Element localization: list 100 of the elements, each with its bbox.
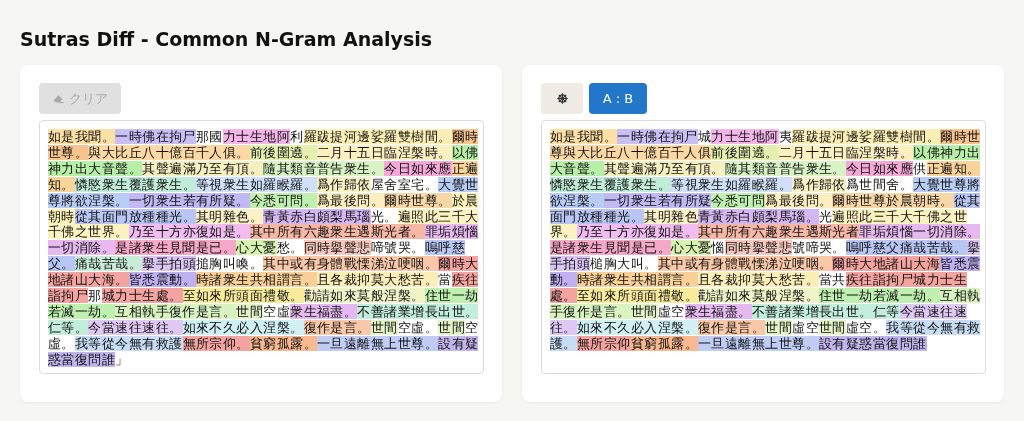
mode-button[interactable]: A : B — [589, 83, 647, 114]
highlighted-text: 是諸衆生見聞是已。 — [550, 240, 672, 256]
highlighted-text: 欲涅槃。 — [550, 192, 604, 208]
highlighted-text: 皆悉震動。 — [128, 272, 196, 288]
highlighted-text: 如是我聞。 — [550, 129, 618, 144]
highlighted-text: 爾時 — [451, 129, 479, 144]
highlighted-text: 手復作是言。 — [550, 303, 631, 319]
highlighted-text: 其明雜色 — [644, 208, 698, 224]
highlighted-text: 其中或有身體戰慄涕泣哽咽。 — [657, 256, 833, 272]
highlighted-text: 爲作歸依 — [792, 176, 846, 192]
highlighted-text: 一旦遠離無上世尊。 — [317, 335, 439, 351]
highlighted-text: 貧窮孤露。 — [630, 335, 698, 351]
plain-text: 槌胸大叫。 — [590, 256, 658, 272]
highlighted-text: 今悉可問。 — [249, 192, 317, 208]
highlighted-text: 至如來所頭面禮敬。 — [576, 288, 698, 304]
plain-text: 當共 — [819, 272, 846, 288]
highlighted-text: 手拍頭 — [550, 256, 591, 272]
highlighted-text: 遍照此三千大千佛之世 — [832, 208, 967, 224]
highlighted-text: 衆生福盡。 — [290, 303, 358, 319]
highlighted-text: 其聲遍滿乃至有頂。 — [142, 160, 264, 176]
highlighted-text: 乃至十方亦復如是。 — [128, 224, 250, 240]
highlighted-text: 時諸衆生共相謂言。 — [576, 272, 698, 288]
highlighted-text: 隨其類音普告衆生。 — [724, 160, 846, 176]
highlighted-text: 詣拘尸 — [48, 288, 89, 304]
highlighted-text: 爾時世尊。 — [384, 192, 452, 208]
highlighted-text: 前後圍遶。 — [711, 144, 779, 160]
plain-text: 爲世間舍。 — [845, 176, 914, 192]
highlighted-text: 爾時大 — [438, 256, 479, 272]
highlighted-text: 世間 — [819, 319, 846, 335]
highlighted-text: 且各裁抑莫大愁苦。 — [697, 272, 820, 288]
highlighted-text: 地諸山大海。 — [48, 272, 129, 288]
wheel-icon — [555, 92, 569, 105]
highlighted-text: 界。 — [550, 224, 577, 240]
highlighted-text: 世間 — [765, 319, 793, 335]
highlighted-text: 同時擧聲悲 — [724, 240, 793, 256]
highlighted-text: 神力出大音聲。 — [48, 160, 143, 176]
highlighted-text: 世間 — [370, 319, 398, 335]
plain-text: 屋舍室宅。 — [370, 176, 439, 192]
highlighted-text: 爾時世尊於晨朝時。 — [832, 192, 954, 208]
highlighted-text: 等視衆生如羅睺羅。 — [195, 176, 318, 192]
highlighted-text: 互相執 — [940, 288, 981, 304]
highlighted-text: 大音聲。 — [550, 160, 604, 176]
highlighted-text: 以佛神力出 — [913, 144, 981, 160]
highlighted-text: 尊將欲涅槃。 — [48, 192, 129, 208]
highlighted-text: 爲最後問。 — [765, 192, 833, 208]
highlighted-text: 護。 — [550, 335, 577, 351]
highlighted-text: 今當速往速 — [899, 303, 967, 319]
plain-text: 光。 — [370, 208, 398, 224]
highlighted-text: 今日如來應 — [384, 160, 452, 176]
plain-text: 搥胸叫喚。 — [195, 256, 264, 272]
plain-text: 愁。 — [276, 240, 304, 256]
highlighted-text: 隨其類音普告衆生。 — [263, 160, 385, 176]
highlighted-text: 設有疑惑當復問誰 — [819, 335, 927, 351]
highlighted-text: 憐愍衆生覆護衆生。 — [550, 176, 672, 192]
highlighted-text: 世間 — [438, 319, 465, 335]
highlighted-text: 爾時世 — [940, 129, 981, 144]
highlighted-text: 仁等 — [872, 303, 900, 319]
highlighted-text: 世間 — [236, 303, 264, 319]
highlighted-text: 遍照此三千大 — [397, 208, 479, 224]
highlighted-text: 我等從今無有救 — [886, 319, 981, 335]
highlighted-text: 是諸衆生見聞是已。 — [115, 240, 237, 256]
highlighted-text: 其中或有身體戰慄涕泣哽咽。 — [263, 256, 439, 272]
highlighted-text: 今悉可問 — [711, 192, 766, 208]
highlighted-text: 惑當復問誰 — [48, 351, 116, 367]
highlighted-text: 我等從今無有救護 — [74, 335, 183, 351]
plain-text: 那國 — [195, 129, 223, 144]
highlighted-text: 無所宗仰 — [576, 335, 631, 351]
plain-text: 那 — [88, 288, 102, 304]
highlighted-text: 城力士生處。 — [101, 288, 183, 304]
plain-text: 惱 — [711, 240, 725, 256]
highlighted-text: 一時佛在拘尸 — [617, 129, 698, 144]
highlighted-text: 疾往詣拘尸城力士生 — [845, 272, 967, 288]
highlighted-text: 罪垢煩惱 — [424, 224, 479, 240]
highlighted-text: 同時擧聲悲 — [303, 240, 371, 256]
plain-text: 城 — [697, 129, 712, 144]
highlighted-text: 處。 — [550, 288, 577, 304]
eraser-icon — [52, 92, 65, 105]
highlighted-text: 貧窮孤露。 — [249, 335, 317, 351]
highlighted-text: 不善諸業增長出世。 — [751, 303, 873, 319]
highlighted-text: 擧手拍頭 — [142, 256, 196, 272]
highlighted-text: 世間 — [630, 303, 658, 319]
highlighted-text: 力士生地阿 — [711, 129, 779, 144]
settings-button[interactable] — [541, 83, 583, 114]
highlighted-text: 於晨 — [451, 192, 479, 208]
highlighted-text: 二月十五日臨涅槃時。 — [317, 144, 452, 160]
highlighted-text: 憐愍衆生覆護衆生。 — [74, 176, 196, 192]
highlighted-text: 今日如來應 — [845, 160, 914, 176]
highlighted-text: 等視衆生如羅睺羅。 — [671, 176, 793, 192]
highlighted-text: 力士生地阿 — [222, 129, 291, 144]
highlighted-text: 爲作歸依 — [317, 176, 371, 192]
highlighted-text: 如是我聞。 — [48, 129, 116, 144]
highlighted-text: 以佛 — [451, 144, 479, 160]
highlighted-text: 父。 — [48, 256, 75, 272]
highlighted-text: 大覺世 — [438, 176, 479, 192]
highlighted-text: 仁等。 — [48, 319, 89, 335]
highlighted-text: 一旦遠離無上世尊。 — [697, 335, 820, 351]
plain-text: 空虛 — [263, 303, 291, 319]
plain-text: 供 — [913, 160, 927, 176]
plain-text: 光 — [819, 208, 833, 224]
plain-text: 虛空 — [792, 319, 820, 335]
